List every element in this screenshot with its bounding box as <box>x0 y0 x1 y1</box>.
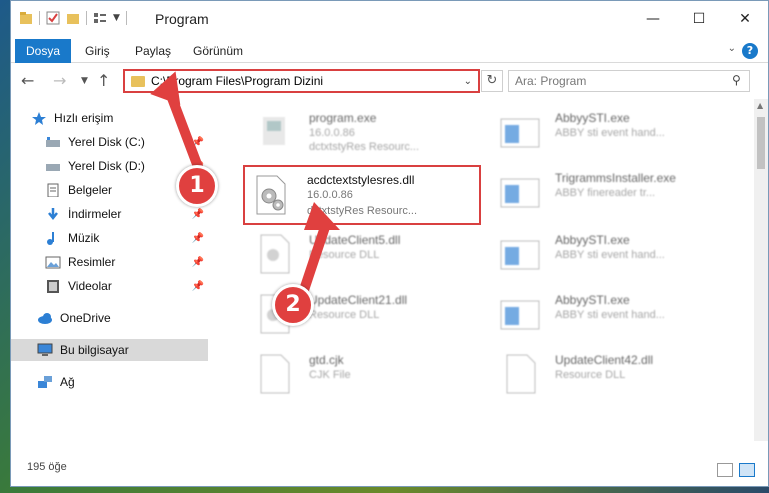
cloud-icon <box>38 313 52 324</box>
file-item[interactable]: AbbyySTI.exe ABBY sti event hand... <box>491 287 721 345</box>
back-arrow-icon[interactable]: ← <box>21 71 34 90</box>
up-arrow-icon[interactable]: ↑ <box>97 71 110 90</box>
sidebar-item-quick-access[interactable]: Hızlı erişim <box>11 107 208 129</box>
tab-giris[interactable]: Giriş <box>77 40 118 63</box>
recent-dropdown-icon[interactable]: ▼ <box>81 76 88 86</box>
drive-icon <box>46 137 60 147</box>
exe-file-icon <box>500 118 540 148</box>
scroll-thumb[interactable] <box>757 117 765 169</box>
help-icon[interactable]: ? <box>742 43 758 59</box>
drive-icon <box>46 164 60 171</box>
file-item-acdctextstylesres[interactable]: acdctextstylesres.dll 16.0.0.86 dctxtsty… <box>243 165 481 225</box>
file-item[interactable]: AbbyySTI.exe ABBY sti event hand... <box>491 227 721 285</box>
exe-file-icon <box>500 178 540 208</box>
folder-icon <box>131 75 145 87</box>
tab-dosya[interactable]: Dosya <box>15 39 71 63</box>
star-icon <box>32 112 46 125</box>
vertical-scrollbar[interactable]: ▲ <box>754 99 768 441</box>
qa-dropdown-icon[interactable]: ▼ <box>113 13 120 23</box>
window-title: Program <box>155 11 209 27</box>
file-item[interactable]: UpdateClient5.dll Resource DLL <box>245 227 475 285</box>
item-count: 195 öğe <box>27 461 67 473</box>
scroll-up-icon[interactable]: ▲ <box>757 101 763 110</box>
forward-arrow-icon[interactable]: → <box>53 71 66 90</box>
maximize-button[interactable]: ☐ <box>676 5 722 33</box>
documents-icon <box>47 183 59 197</box>
music-icon <box>47 232 54 245</box>
quick-access-toolbar: ▼ <box>19 11 133 25</box>
address-path: C:\Program Files\Program Dizini <box>151 74 324 88</box>
file-item[interactable]: program.exe 16.0.0.86 dctxtstyRes Resour… <box>245 105 475 163</box>
navigation-pane: Hızlı erişim Yerel Disk (C:) 📌 Yerel Dis… <box>11 99 208 441</box>
folder-icon <box>20 12 32 24</box>
sidebar-item-this-pc[interactable]: Bu bilgisayar <box>11 339 208 361</box>
file-item[interactable]: gtd.cjk CJK File <box>245 347 475 405</box>
dll-file-icon <box>260 234 290 274</box>
ribbon-tabs: Dosya Giriş Paylaş Görünüm <box>11 37 768 63</box>
view-options-icon[interactable] <box>93 11 107 25</box>
properties-icon[interactable] <box>46 11 60 25</box>
pin-icon[interactable]: 📌 <box>192 257 204 268</box>
sidebar-item-music[interactable]: Müzik 📌 <box>11 227 208 249</box>
file-item[interactable]: TrigrammsInstaller.exe ABBY finereader t… <box>491 165 721 223</box>
sidebar-item-disk-c[interactable]: Yerel Disk (C:) 📌 <box>11 131 208 153</box>
navigation-bar: ← → ▼ ↑ C:\Program Files\Program Dizini … <box>11 63 768 99</box>
dll-file-icon <box>506 354 536 394</box>
exe-file-icon <box>500 240 540 270</box>
search-input[interactable]: Ara: Program <box>508 70 750 92</box>
address-bar[interactable]: C:\Program Files\Program Dizini ⌄ <box>123 69 480 93</box>
file-list: program.exe 16.0.0.86 dctxtstyRes Resour… <box>209 99 756 441</box>
search-icon[interactable]: ⚲ <box>732 73 760 87</box>
network-icon <box>38 376 52 388</box>
pin-icon[interactable]: 📌 <box>192 137 204 148</box>
title-bar: ▼ Program — ☐ ✕ <box>11 1 768 37</box>
sidebar-item-onedrive[interactable]: OneDrive <box>11 307 208 329</box>
new-folder-icon[interactable] <box>66 11 80 25</box>
tiles-view-icon[interactable] <box>739 463 755 477</box>
computer-icon <box>37 343 53 356</box>
file-item[interactable]: UpdateClient42.dll Resource DLL <box>491 347 721 405</box>
status-bar: 195 öğe <box>11 457 768 487</box>
pictures-icon <box>45 256 61 269</box>
sidebar-item-downloads[interactable]: İndirmeler 📌 <box>11 203 208 225</box>
pin-icon[interactable]: 📌 <box>192 209 204 220</box>
pin-icon[interactable]: 📌 <box>192 281 204 292</box>
refresh-button[interactable]: ↻ <box>481 70 503 92</box>
sidebar-item-pictures[interactable]: Resimler 📌 <box>11 251 208 273</box>
dll-file-icon <box>256 175 286 215</box>
explorer-window: ▼ Program — ☐ ✕ Dosya Giriş Paylaş Görün… <box>10 0 769 487</box>
step-badge-2: 2 <box>272 284 314 326</box>
close-button[interactable]: ✕ <box>722 5 768 33</box>
download-icon <box>48 208 58 221</box>
tab-paylas[interactable]: Paylaş <box>127 40 179 63</box>
file-icon <box>260 354 290 394</box>
tab-gorunum[interactable]: Görünüm <box>185 40 251 63</box>
exe-file-icon <box>263 117 285 145</box>
address-dropdown-icon[interactable]: ⌄ <box>464 76 472 87</box>
details-view-icon[interactable] <box>717 463 733 477</box>
collapse-ribbon-icon[interactable]: ⌄ <box>728 43 736 54</box>
pin-icon[interactable]: 📌 <box>192 233 204 244</box>
step-badge-1: 1 <box>176 165 218 207</box>
minimize-button[interactable]: — <box>630 5 676 33</box>
exe-file-icon <box>500 300 540 330</box>
sidebar-item-videos[interactable]: Videolar 📌 <box>11 275 208 297</box>
video-icon <box>47 280 59 293</box>
file-item[interactable]: AbbyySTI.exe ABBY sti event hand... <box>491 105 721 163</box>
sidebar-item-network[interactable]: Ağ <box>11 371 208 393</box>
